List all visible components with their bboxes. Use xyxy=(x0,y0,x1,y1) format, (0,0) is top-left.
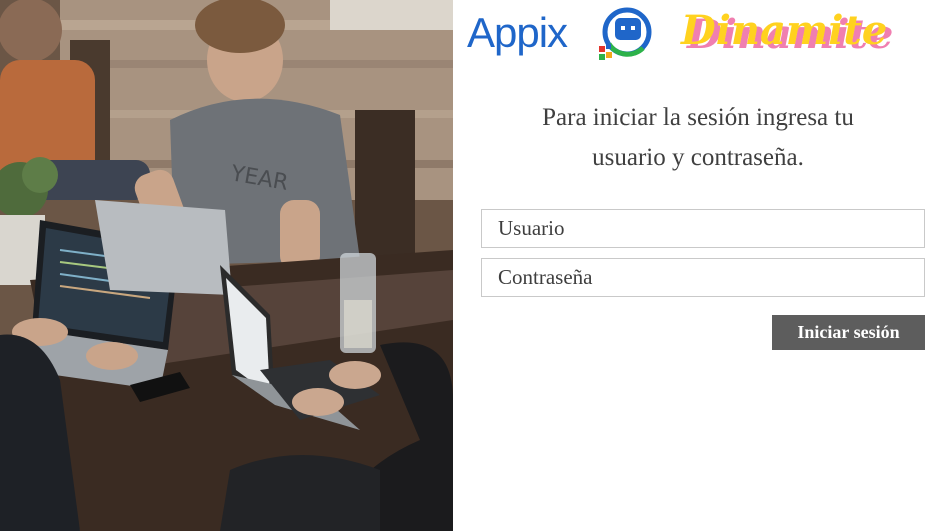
login-button-label: Iniciar sesión xyxy=(797,322,900,342)
appix-logo: Appix xyxy=(467,6,652,61)
hero-photo: YEAR xyxy=(0,0,453,531)
dinamite-logo: Dinamite Dinamite xyxy=(681,6,943,58)
username-placeholder: Usuario xyxy=(498,216,565,240)
appix-chat-icon xyxy=(599,7,652,60)
dinamite-wordmark: Dinamite xyxy=(681,7,888,54)
coworking-photo-illustration: YEAR xyxy=(0,0,453,531)
login-panel: Appix Dinamite Dinamite Para iniciar la … xyxy=(453,0,950,531)
appix-wordmark: Appix xyxy=(467,9,568,56)
username-field[interactable]: Usuario xyxy=(481,209,925,248)
login-page: YEAR Appix Dinamite Dinamite Para inicia… xyxy=(0,0,950,531)
instructions-line-1: Para iniciar la sesión ingresa tu xyxy=(542,104,854,131)
instructions-line-2: usuario y contraseña. xyxy=(592,144,804,171)
password-field[interactable]: Contraseña xyxy=(481,258,925,297)
password-placeholder: Contraseña xyxy=(498,265,593,289)
login-button[interactable]: Iniciar sesión xyxy=(772,315,925,350)
login-instructions: Para iniciar la sesión ingresa tu usuari… xyxy=(483,98,913,178)
